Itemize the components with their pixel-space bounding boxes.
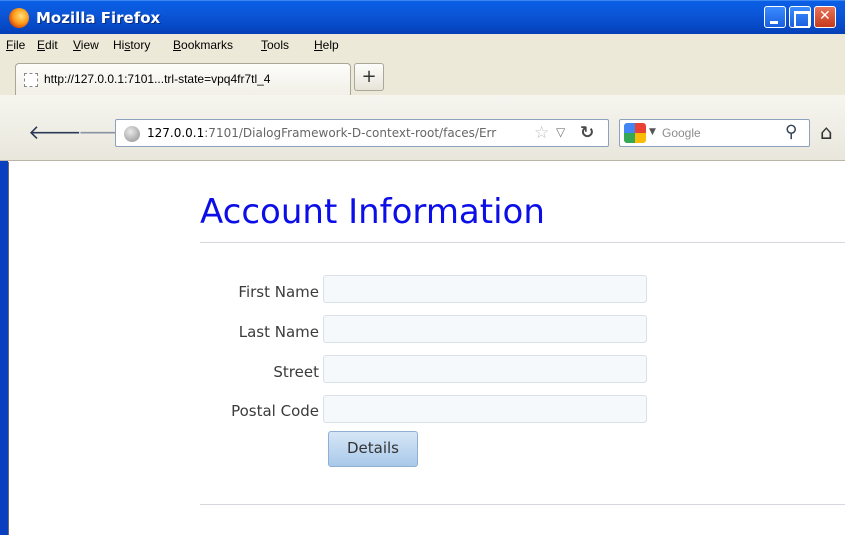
menu-file[interactable]: File — [6, 38, 25, 52]
details-button[interactable]: Details — [328, 431, 418, 467]
tab-active[interactable]: http://127.0.0.1:7101...trl-state=vpq4fr… — [15, 63, 351, 95]
menu-history[interactable]: History — [113, 38, 150, 52]
minimize-button[interactable] — [764, 6, 786, 28]
google-engine-icon[interactable] — [624, 123, 646, 143]
address-bar-url[interactable]: 127.0.0.1:7101/DialogFramework-D-context… — [147, 126, 527, 140]
street-label: Street — [273, 363, 319, 381]
first-name-input[interactable] — [323, 275, 647, 303]
menu-help[interactable]: Help — [314, 38, 339, 52]
last-name-label: Last Name — [238, 323, 319, 341]
new-tab-button[interactable]: + — [354, 63, 384, 91]
tab-strip: http://127.0.0.1:7101...trl-state=vpq4fr… — [0, 58, 845, 95]
tab-label: http://127.0.0.1:7101...trl-state=vpq4fr… — [44, 72, 271, 86]
reload-icon[interactable]: ↻ — [580, 123, 594, 143]
menu-tools[interactable]: Tools — [261, 38, 289, 52]
window-left-border — [0, 161, 8, 535]
street-input[interactable] — [323, 355, 647, 383]
first-name-label: First Name — [238, 283, 319, 301]
address-bar[interactable]: 127.0.0.1:7101/DialogFramework-D-context… — [115, 119, 609, 147]
search-bar[interactable]: ▼ Google ⚲ — [619, 119, 810, 147]
window-titlebar: Mozilla Firefox — [0, 0, 845, 34]
firefox-logo-icon — [9, 8, 29, 28]
page-content: Account Information First Name Last Name… — [8, 162, 845, 535]
postal-code-input[interactable] — [323, 395, 647, 423]
footer-divider — [200, 504, 845, 505]
menu-bookmarks[interactable]: Bookmarks — [173, 38, 233, 52]
magnifier-search-icon[interactable]: ⚲ — [785, 122, 797, 142]
engine-dropdown-icon[interactable]: ▼ — [649, 127, 656, 137]
menu-bar: File Edit View History Bookmarks Tools H… — [0, 34, 845, 58]
window-title: Mozilla Firefox — [36, 9, 161, 27]
bookmark-star-icon[interactable]: ☆ — [534, 123, 549, 143]
search-placeholder[interactable]: Google — [662, 126, 701, 140]
history-dropdown-icon[interactable]: ▽ — [556, 125, 565, 139]
navigation-toolbar: 🡐 🡒 127.0.0.1:7101/DialogFramework-D-con… — [0, 95, 845, 161]
close-window-button[interactable] — [814, 6, 836, 28]
site-identity-globe-icon[interactable] — [124, 126, 140, 142]
maximize-button[interactable] — [789, 6, 811, 28]
menu-edit[interactable]: Edit — [37, 38, 58, 52]
menu-view[interactable]: View — [73, 38, 99, 52]
back-arrow-icon[interactable]: 🡐 — [28, 122, 82, 142]
title-divider — [200, 242, 845, 243]
last-name-input[interactable] — [323, 315, 647, 343]
home-icon[interactable]: ⌂ — [820, 120, 833, 144]
page-title: Account Information — [200, 192, 545, 232]
page-favicon-icon — [24, 73, 38, 87]
postal-code-label: Postal Code — [231, 402, 319, 420]
